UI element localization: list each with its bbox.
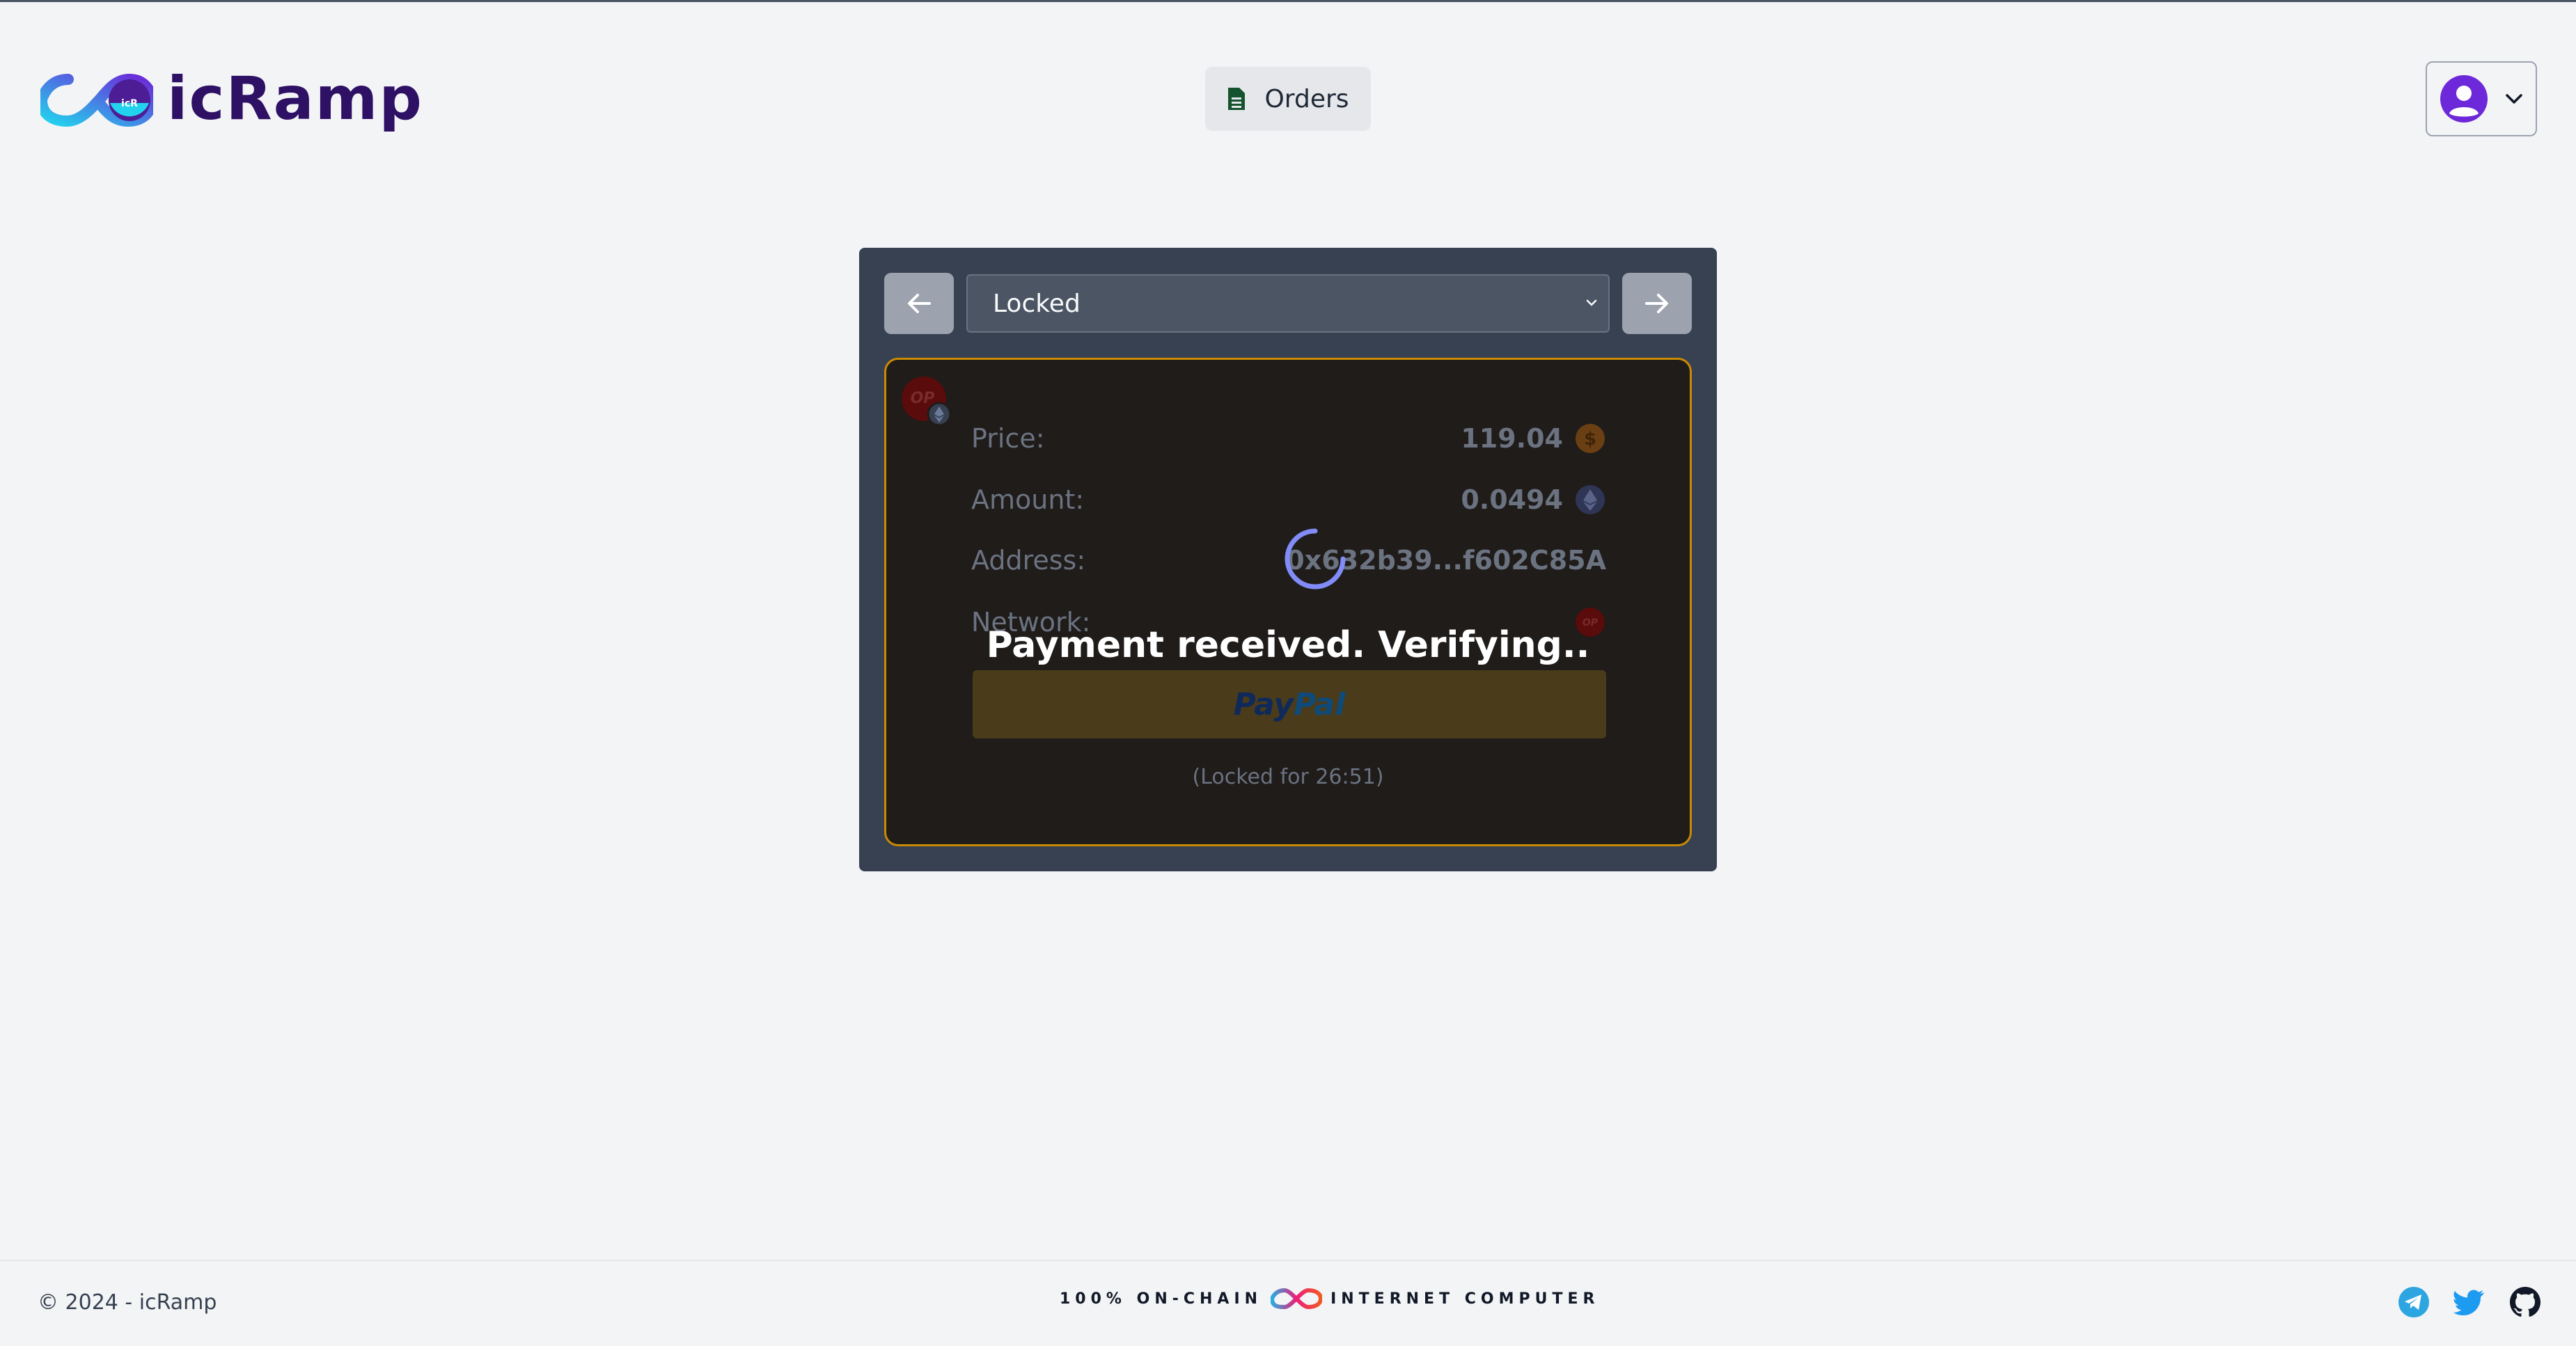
price-value: 119.04 [1461,423,1563,454]
internet-computer-icon [1271,1288,1323,1310]
locked-timer: (Locked for 26:51) [1192,765,1384,789]
paypal-logo-pal: Pal [1294,686,1346,722]
address-label: Address: [971,545,1086,576]
amount-value: 0.0494 [1461,484,1563,515]
arrow-left-icon [908,294,931,313]
orders-button[interactable]: Orders [1205,67,1371,131]
svg-text:icR: icR [121,98,138,109]
svg-text:OP: OP [911,390,935,407]
previous-status-button[interactable] [884,273,954,334]
dollar-coin-icon: $ [1576,424,1605,453]
chevron-down-icon [2506,94,2522,104]
top-border [0,0,2576,2]
onchain-badge[interactable]: 100% ON-CHAIN INTERNET COMPUTER [1060,1286,1599,1311]
verifying-message: Payment received. Verifying.. [986,624,1590,666]
user-menu-button[interactable] [2426,61,2537,136]
infinity-logo-icon: icR [40,73,153,127]
orders-label: Orders [1264,84,1349,113]
order-panel: Locked OP Price: 119.04 $ Amount: 0.0494… [859,248,1717,871]
telegram-icon[interactable] [2398,1286,2430,1318]
copyright: © 2024 - icRamp [38,1290,217,1315]
paypal-button[interactable]: Pay Pal [973,670,1606,738]
amount-row: Amount: 0.0494 [971,484,1606,516]
onchain-right-text: INTERNET COMPUTER [1330,1290,1600,1308]
app-name: icRamp [167,64,423,134]
status-select[interactable]: Locked [966,274,1610,333]
price-row: Price: 119.04 $ [971,422,1606,454]
svg-text:$: $ [1584,429,1596,450]
twitter-icon[interactable] [2453,1286,2485,1318]
price-label: Price: [971,423,1045,454]
github-icon[interactable] [2509,1286,2541,1318]
paypal-logo-pay: Pay [1233,686,1294,722]
ethereum-icon [1576,485,1605,514]
next-status-button[interactable] [1622,273,1692,334]
arrow-right-icon [1645,294,1668,313]
logo[interactable]: icR icRamp [40,64,423,134]
document-icon [1228,88,1246,110]
optimism-ethereum-icon: OP [902,377,952,427]
user-avatar-icon [2440,75,2488,122]
loading-spinner-icon [1285,528,1346,589]
social-links [2398,1286,2541,1318]
footer-divider [0,1260,2576,1261]
status-selected-value: Locked [993,289,1081,318]
amount-label: Amount: [971,484,1085,515]
chevron-down-icon [1586,299,1597,306]
order-card: OP Price: 119.04 $ Amount: 0.0494 Addres… [884,358,1692,846]
onchain-left-text: 100% ON-CHAIN [1060,1290,1263,1308]
